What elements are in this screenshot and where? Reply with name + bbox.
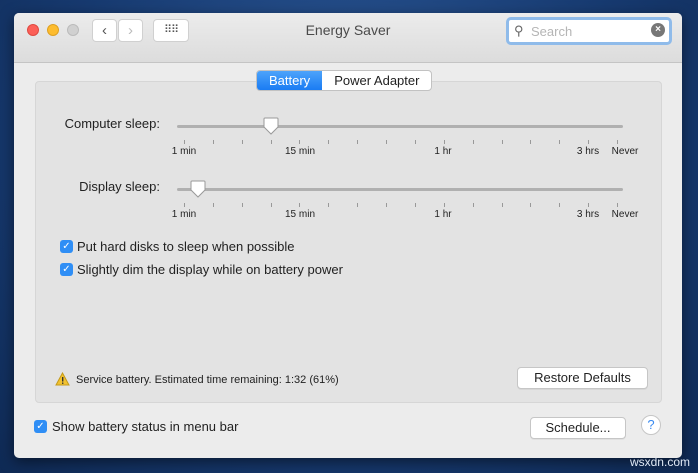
slider-tick	[184, 203, 185, 207]
tick-label: 1 hr	[434, 146, 452, 157]
slider-tick	[443, 140, 445, 144]
energy-saver-window: ‹ › ⠿⠿ Energy Saver ⚲ Search × Battery P…	[14, 13, 682, 458]
slider-tick	[241, 140, 243, 144]
computer-sleep-label: Computer sleep:	[64, 116, 160, 131]
slider-tick	[414, 203, 416, 207]
slider-tick	[559, 203, 561, 207]
hard-disk-sleep-label: Put hard disks to sleep when possible	[77, 239, 295, 254]
tab-bar: Battery Power Adapter	[256, 70, 433, 91]
slider-tick	[241, 203, 243, 207]
tick-label: 1 min	[171, 209, 197, 220]
slider-tick	[501, 203, 503, 207]
slider-tick	[212, 140, 214, 144]
slider-tick	[617, 140, 618, 144]
tab-battery[interactable]: Battery	[257, 71, 323, 90]
computer-sleep-slider[interactable]	[177, 125, 623, 128]
tab-power-adapter[interactable]: Power Adapter	[322, 71, 431, 90]
tick-label: 1 min	[171, 146, 197, 157]
watermark: wsxdn.com	[629, 455, 690, 469]
search-input[interactable]: ⚲ Search ×	[506, 17, 672, 45]
slider-tick	[472, 140, 474, 144]
show-battery-status-checkbox[interactable]: ✓	[34, 420, 47, 433]
tick-label: 15 min	[284, 146, 316, 157]
tick-label: 1 hr	[434, 209, 452, 220]
slider-tick	[559, 140, 561, 144]
slider-tick	[588, 140, 590, 144]
search-icon: ⚲	[514, 23, 524, 38]
title-bar: ‹ › ⠿⠿ Energy Saver ⚲ Search ×	[14, 13, 682, 63]
dim-display-label: Slightly dim the display while on batter…	[77, 262, 343, 277]
slider-tick	[212, 203, 214, 207]
slider-tick	[270, 140, 272, 144]
display-sleep-slider[interactable]	[177, 188, 623, 191]
tick-label: Never	[611, 209, 639, 220]
clear-search-icon[interactable]: ×	[651, 23, 665, 37]
battery-status-text: Service battery. Estimated time remainin…	[76, 374, 339, 386]
display-sleep-label: Display sleep:	[79, 179, 160, 194]
slider-tick	[357, 203, 359, 207]
slider-tick	[270, 203, 272, 207]
tick-label: 3 hrs	[576, 146, 600, 157]
tick-label: Never	[611, 146, 639, 157]
slider-tick	[328, 203, 330, 207]
slider-tick	[328, 140, 330, 144]
slider-tick	[530, 140, 532, 144]
slider-tick	[472, 203, 474, 207]
display-sleep-slider-thumb[interactable]	[190, 180, 206, 198]
slider-tick	[299, 140, 301, 144]
slider-tick	[414, 140, 416, 144]
slider-tick	[386, 140, 388, 144]
warning-icon	[55, 372, 70, 386]
schedule-button[interactable]: Schedule...	[530, 417, 626, 439]
dim-display-checkbox[interactable]: ✓	[60, 263, 73, 276]
slider-tick	[501, 140, 503, 144]
tick-label: 15 min	[284, 209, 316, 220]
slider-tick	[588, 203, 590, 207]
tick-label: 3 hrs	[576, 209, 600, 220]
show-battery-status-label: Show battery status in menu bar	[52, 419, 239, 434]
help-button[interactable]: ?	[641, 415, 661, 435]
slider-tick	[184, 140, 185, 144]
hard-disk-sleep-checkbox[interactable]: ✓	[60, 240, 73, 253]
search-placeholder: Search	[531, 24, 573, 39]
slider-tick	[386, 203, 388, 207]
restore-defaults-button[interactable]: Restore Defaults	[517, 367, 648, 389]
slider-tick	[530, 203, 532, 207]
slider-tick	[299, 203, 301, 207]
computer-sleep-slider-thumb[interactable]	[263, 117, 279, 135]
slider-tick	[617, 203, 618, 207]
slider-tick	[443, 203, 445, 207]
slider-tick	[357, 140, 359, 144]
